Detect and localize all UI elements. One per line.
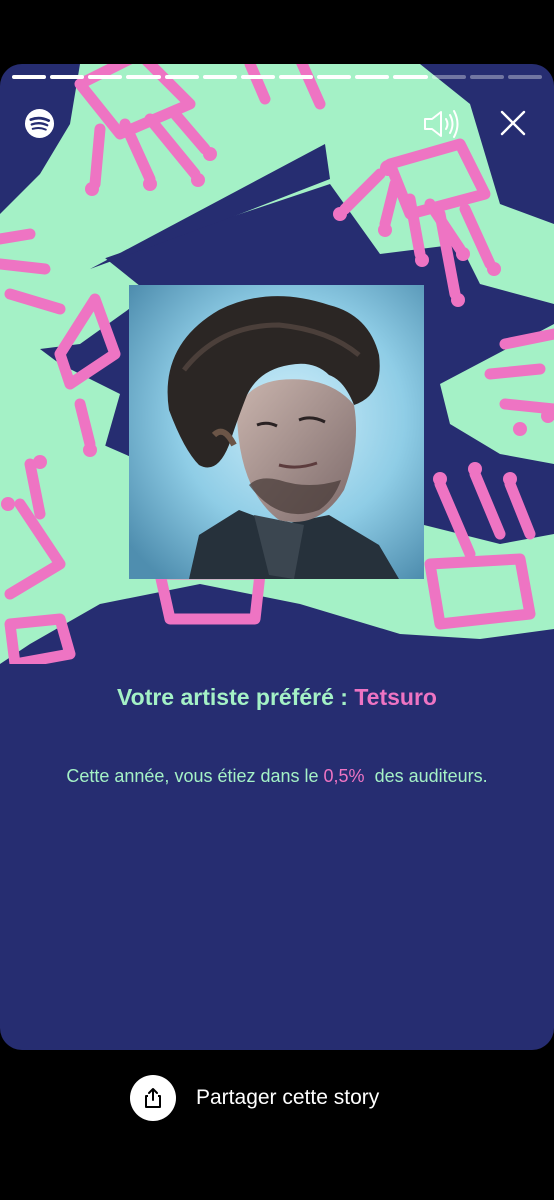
progress-segment	[126, 75, 161, 79]
progress-segment	[355, 75, 390, 79]
progress-segment	[469, 75, 504, 79]
spotify-logo-icon	[24, 108, 55, 139]
share-story-label: Partager cette story	[196, 1086, 380, 1109]
headline-prefix: Votre artiste préféré :	[117, 684, 355, 710]
close-icon[interactable]	[497, 107, 529, 139]
progress-segment	[88, 75, 123, 79]
progress-segment	[240, 75, 275, 79]
progress-segment	[317, 75, 352, 79]
progress-segment	[507, 75, 542, 79]
share-story-button[interactable]: Partager cette story	[130, 1074, 379, 1122]
story-progress-bar	[12, 75, 542, 79]
subtext-prefix: Cette année, vous étiez dans le	[66, 766, 324, 786]
progress-segment	[50, 75, 85, 79]
percentage-value: 0,5%	[323, 766, 365, 786]
listener-percentage-text: Cette année, vous étiez dans le 0,5% des…	[60, 760, 494, 792]
artist-name: Tetsuro	[354, 684, 437, 710]
story-card[interactable]: Votre artiste préféré : Tetsuro Cette an…	[0, 64, 554, 1050]
progress-segment	[164, 75, 199, 79]
artist-portrait-image	[129, 285, 424, 579]
progress-segment	[202, 75, 237, 79]
speaker-volume-icon[interactable]	[422, 108, 460, 140]
progress-segment	[431, 75, 466, 79]
progress-segment	[278, 75, 314, 79]
progress-segment	[12, 75, 47, 79]
artist-photo	[129, 285, 424, 579]
subtext-suffix: des auditeurs.	[364, 766, 488, 786]
share-icon	[145, 1088, 161, 1108]
progress-segment	[393, 75, 428, 79]
share-icon-circle[interactable]	[130, 1075, 176, 1121]
favorite-artist-heading: Votre artiste préféré : Tetsuro	[0, 684, 554, 711]
